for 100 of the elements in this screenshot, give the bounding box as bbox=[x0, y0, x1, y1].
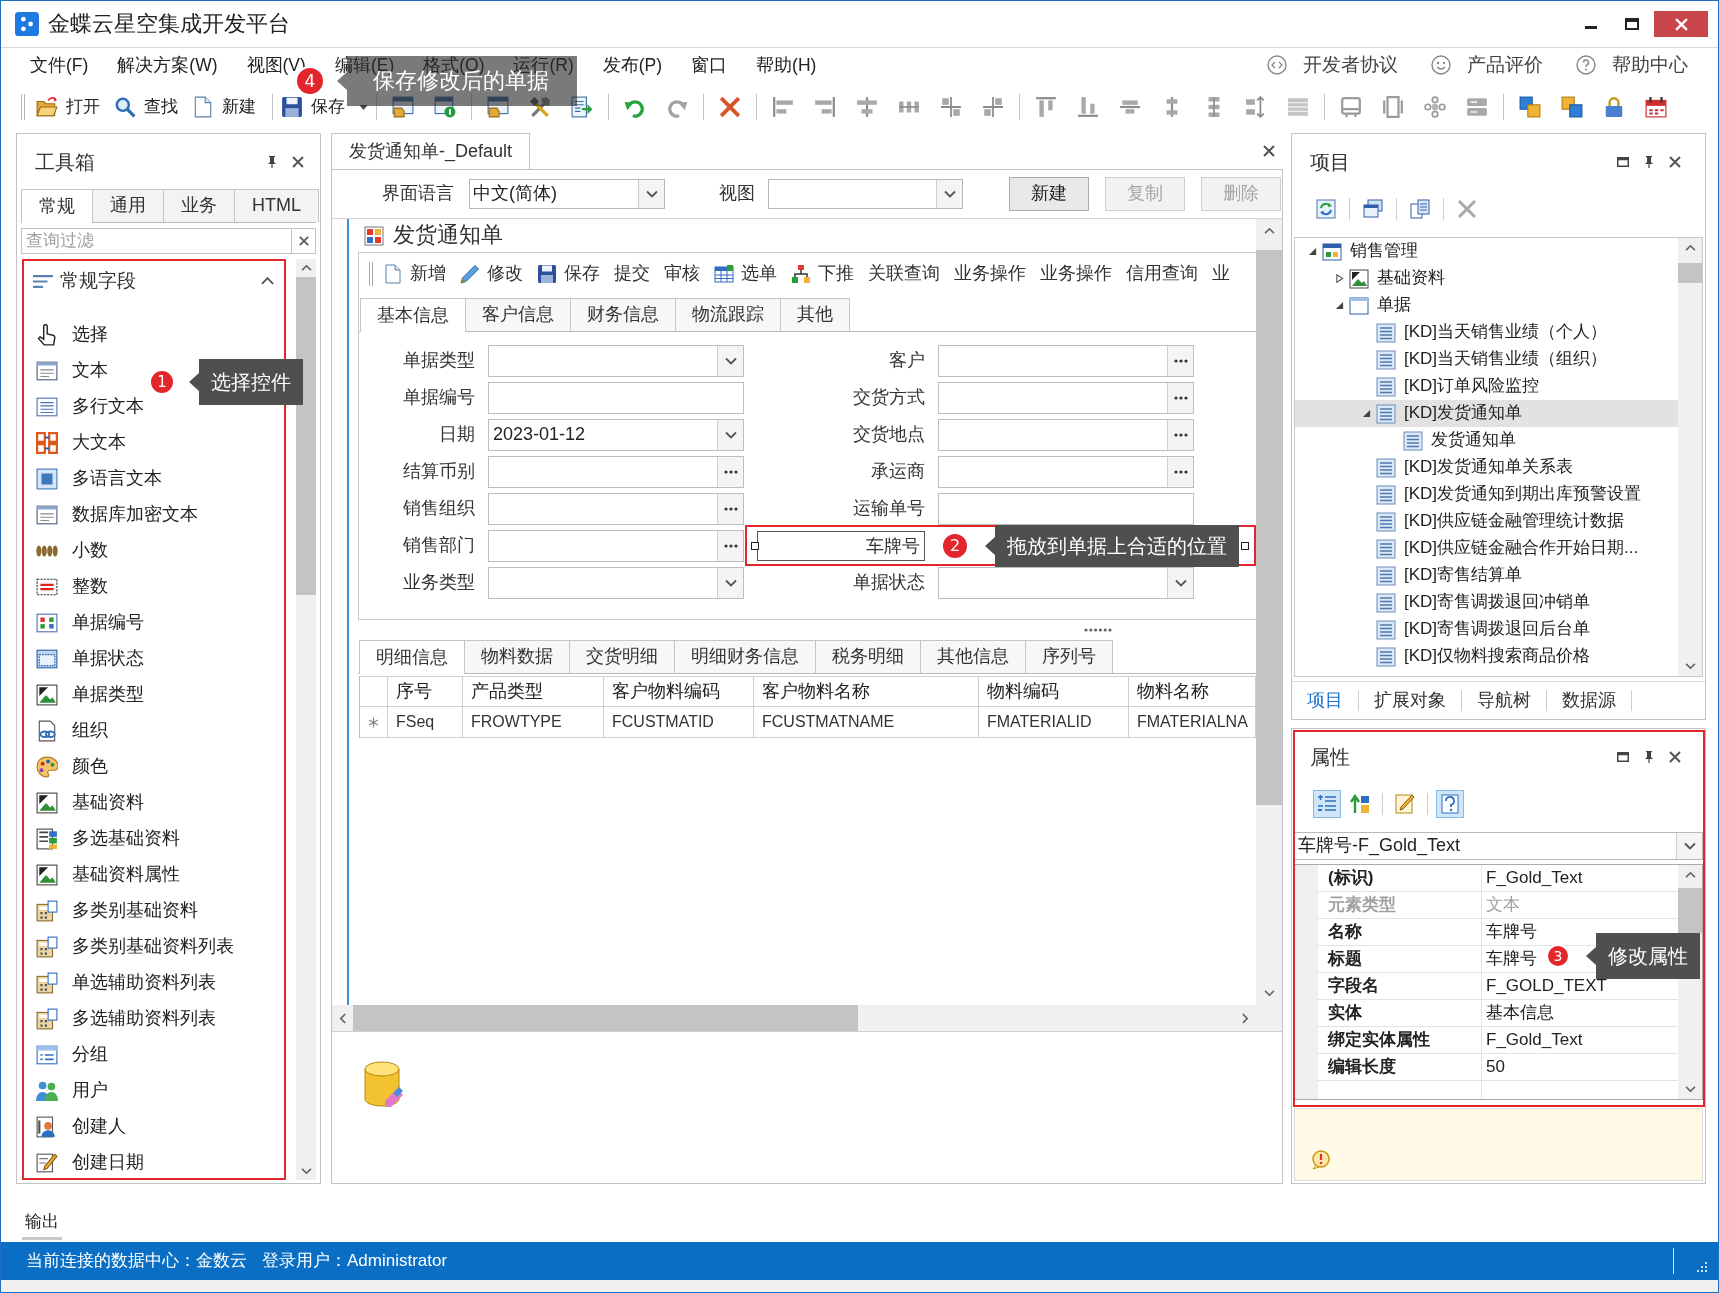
toolbar-button[interactable]: 选单 bbox=[714, 263, 777, 285]
toolbox-item[interactable]: 单据类型 bbox=[36, 682, 144, 708]
tree-item[interactable]: 销售管理 bbox=[1295, 238, 1678, 265]
scrollbar-thumb[interactable] bbox=[1256, 250, 1282, 805]
toolbox-item[interactable]: 整数 bbox=[36, 574, 108, 600]
tree-item[interactable]: [KD]供应链金融管理统计数据 bbox=[1295, 508, 1678, 535]
toolbar-button[interactable]: 下推 bbox=[791, 263, 854, 285]
tab[interactable]: 财务信息 bbox=[570, 298, 676, 331]
tree-item[interactable]: [KD]订单风险监控 bbox=[1295, 373, 1678, 400]
toolbox-item[interactable]: 基础资料 bbox=[36, 790, 144, 816]
text-field[interactable] bbox=[938, 493, 1194, 525]
refresh-icon[interactable] bbox=[1316, 199, 1336, 219]
toolbar-button[interactable]: 业 bbox=[1212, 263, 1230, 285]
tab[interactable]: 通用 bbox=[92, 189, 164, 222]
tree-item[interactable]: [KD]寄售结算单 bbox=[1295, 562, 1678, 589]
toolbar-button[interactable] bbox=[1313, 790, 1341, 818]
toolbox-item[interactable]: 创建人 bbox=[36, 1114, 126, 1140]
toolbox-item[interactable]: 颜色 bbox=[36, 754, 108, 780]
toolbox-item[interactable]: 单据编号 bbox=[36, 610, 144, 636]
lookup-field[interactable] bbox=[488, 530, 744, 562]
dots-icon[interactable] bbox=[1084, 628, 1112, 632]
toolbar-button[interactable]: 修改 bbox=[460, 263, 523, 285]
calendar-icon[interactable] bbox=[1645, 96, 1667, 118]
toolbox-item[interactable]: 多选基础资料 bbox=[36, 826, 180, 852]
lookup-button[interactable] bbox=[717, 457, 743, 487]
dropdown-button[interactable] bbox=[717, 346, 743, 376]
tree-item[interactable]: [KD]当天销售业绩（个人） bbox=[1295, 319, 1678, 346]
toolbar-button[interactable]: 提交 bbox=[614, 263, 650, 285]
tab[interactable]: 扩展对象 bbox=[1359, 689, 1462, 712]
close-icon[interactable] bbox=[1263, 145, 1275, 157]
dropdown-button[interactable] bbox=[1676, 833, 1702, 859]
export-icon[interactable] bbox=[571, 96, 593, 118]
scrollbar-thumb[interactable] bbox=[1678, 263, 1702, 283]
lookup-button[interactable] bbox=[1167, 383, 1193, 413]
expand-arrow-icon[interactable] bbox=[1361, 409, 1371, 418]
dropdown-button[interactable] bbox=[936, 180, 962, 208]
delete-icon[interactable] bbox=[1457, 199, 1477, 219]
tree-item[interactable]: [KD]寄售调拨退回冲销单 bbox=[1295, 589, 1678, 616]
tree-item[interactable]: [KD]发货通知到期出库预警设置 bbox=[1295, 481, 1678, 508]
pin-icon[interactable] bbox=[1643, 750, 1655, 763]
tab[interactable]: HTML bbox=[234, 189, 319, 222]
maximize-icon[interactable] bbox=[1617, 751, 1629, 762]
close-button[interactable] bbox=[1654, 11, 1708, 37]
tab[interactable]: 常规 bbox=[21, 189, 93, 223]
lookup-button[interactable] bbox=[1167, 457, 1193, 487]
tab[interactable]: 数据源 bbox=[1547, 689, 1632, 712]
toolbar-button[interactable]: 保存 bbox=[537, 263, 600, 285]
toolbar-button[interactable]: 关联查询 bbox=[868, 263, 940, 285]
move-icon[interactable] bbox=[982, 96, 1004, 118]
scrollbar[interactable] bbox=[1678, 238, 1702, 676]
align-bottom-icon[interactable] bbox=[1077, 96, 1099, 118]
dropdown-field[interactable]: 中文(简体) bbox=[469, 179, 665, 209]
tree-item[interactable]: [KD]仅物料搜索商品价格 bbox=[1295, 643, 1678, 670]
minimize-icon[interactable] bbox=[1585, 25, 1597, 29]
pin-icon[interactable] bbox=[1643, 155, 1655, 168]
toolbar-button[interactable] bbox=[1436, 790, 1464, 818]
scrollbar-thumb[interactable] bbox=[1678, 888, 1702, 933]
rows-icon[interactable] bbox=[1466, 96, 1488, 118]
tree-item[interactable]: 单据 bbox=[1295, 292, 1678, 319]
property-value[interactable]: 基本信息 bbox=[1486, 1002, 1554, 1024]
squares-icon[interactable] bbox=[1561, 96, 1583, 118]
lookup-field[interactable] bbox=[938, 419, 1194, 451]
toolbox-item[interactable]: 分组 bbox=[36, 1042, 108, 1068]
align-right-icon[interactable] bbox=[814, 96, 836, 118]
document-tab[interactable]: 发货通知单-_Default bbox=[331, 133, 531, 169]
align-top-icon[interactable] bbox=[1035, 96, 1057, 118]
lookup-field[interactable] bbox=[488, 456, 744, 488]
pin-icon[interactable] bbox=[266, 155, 278, 168]
tab[interactable]: 其他 bbox=[780, 298, 850, 331]
toolbox-item[interactable]: 用户 bbox=[36, 1078, 108, 1104]
toolbar-button[interactable]: 打开 bbox=[33, 92, 103, 122]
chevron-left-icon[interactable] bbox=[339, 1012, 346, 1024]
scrollbar[interactable] bbox=[1256, 219, 1282, 1005]
handle-icon[interactable] bbox=[1241, 542, 1249, 550]
tab[interactable]: 明细信息 bbox=[359, 640, 465, 674]
header-link[interactable]: 开发者协议 bbox=[1267, 53, 1398, 77]
chevron-down-icon[interactable] bbox=[1684, 663, 1696, 670]
toolbar-button[interactable]: 新增 bbox=[383, 263, 446, 285]
close-icon[interactable] bbox=[1669, 750, 1681, 763]
menu-item[interactable]: 文件(F) bbox=[30, 54, 89, 76]
toolbox-item[interactable]: 创建日期 bbox=[36, 1150, 144, 1176]
dropdown-field[interactable] bbox=[768, 179, 963, 209]
chevron-up-icon[interactable] bbox=[1263, 227, 1275, 234]
chevron-down-icon[interactable] bbox=[1263, 990, 1275, 997]
toolbox-item[interactable]: 组织 bbox=[36, 718, 108, 744]
property-value[interactable]: 车牌号 bbox=[1486, 948, 1537, 970]
frame-icon[interactable] bbox=[1340, 96, 1362, 118]
lookup-field[interactable] bbox=[938, 345, 1194, 377]
tab[interactable]: 物料数据 bbox=[464, 640, 570, 673]
toolbox-item[interactable]: 基础资料属性 bbox=[36, 862, 180, 888]
clear-button[interactable] bbox=[292, 228, 316, 254]
maximize-icon[interactable] bbox=[1617, 156, 1629, 167]
menu-item[interactable]: 帮助(H) bbox=[756, 54, 817, 76]
maximize-icon[interactable] bbox=[1625, 18, 1639, 30]
dropdown-field[interactable]: 2023-01-12 bbox=[488, 419, 744, 451]
lookup-button[interactable] bbox=[1167, 346, 1193, 376]
dropdown-button[interactable] bbox=[638, 180, 664, 208]
dropdown-button[interactable] bbox=[1167, 568, 1193, 598]
lookup-field[interactable] bbox=[938, 456, 1194, 488]
chevron-down-icon[interactable] bbox=[1684, 1086, 1696, 1093]
